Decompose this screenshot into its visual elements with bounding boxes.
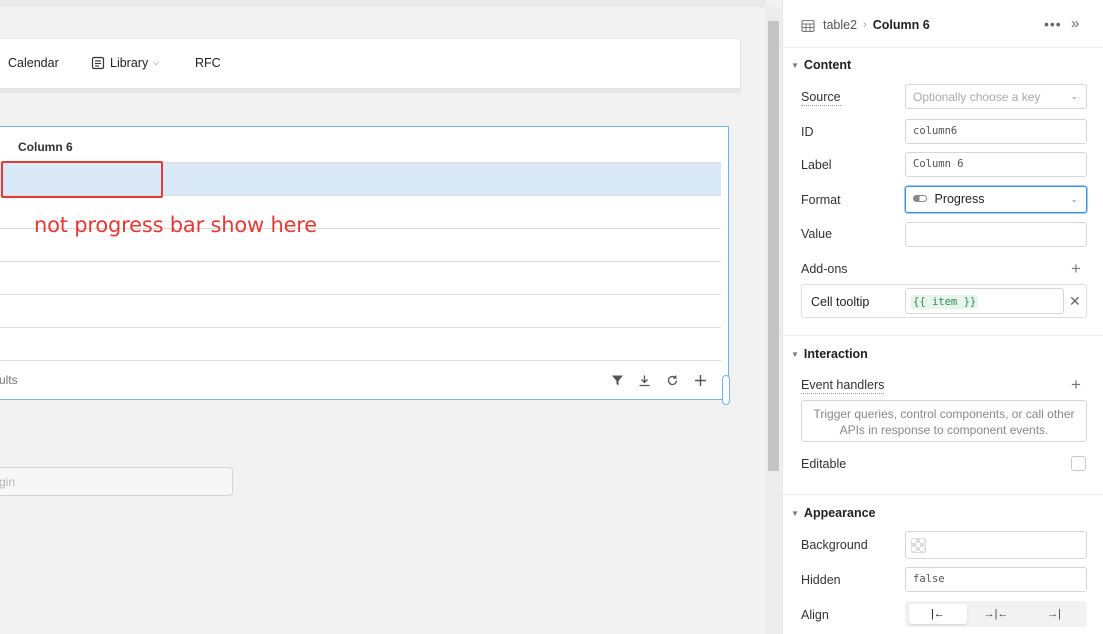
label-input[interactable]: Column 6 xyxy=(905,152,1087,177)
chevron-down-icon: ⌄ xyxy=(1070,194,1078,204)
table-footer: ults xyxy=(0,362,728,400)
hidden-input[interactable]: false xyxy=(905,567,1087,592)
id-input[interactable]: column6 xyxy=(905,119,1087,144)
nav-item-rfc[interactable]: RFC xyxy=(195,56,221,70)
source-select-placeholder: Optionally choose a key xyxy=(913,90,1041,104)
hidden-label: Hidden xyxy=(801,573,841,587)
section-divider xyxy=(783,494,1103,495)
section-content-toggle[interactable]: ▼ Content xyxy=(791,58,851,72)
table-row[interactable] xyxy=(0,262,721,295)
add-addon-icon[interactable]: + xyxy=(1071,260,1081,277)
background-color-input[interactable] xyxy=(905,531,1087,559)
section-content-title: Content xyxy=(803,58,852,72)
nav-item-library-label: Library xyxy=(110,56,149,70)
format-select-value: Progress xyxy=(934,192,985,206)
nav-item-calendar[interactable]: Calendar xyxy=(8,56,59,70)
source-select[interactable]: Optionally choose a key ⌄ xyxy=(905,84,1087,109)
editable-checkbox[interactable] xyxy=(1071,456,1086,471)
document-icon xyxy=(91,56,105,70)
section-appearance-title: Appearance xyxy=(803,506,876,520)
table-header: Column 6 xyxy=(0,127,721,163)
table-icon xyxy=(801,19,815,33)
inspector-header: table2 › Column 6 ••• » xyxy=(783,0,1103,48)
app-canvas: Calendar Library ⌵ RFC Column 6 ults not… xyxy=(0,0,766,634)
label-label: Label xyxy=(801,158,832,172)
annotation-highlight-box xyxy=(1,161,163,198)
cell-tooltip-value: {{ item }} xyxy=(911,295,979,309)
id-label: ID xyxy=(801,125,814,139)
align-right-button[interactable]: →| xyxy=(1025,604,1083,624)
nav-divider xyxy=(0,89,741,93)
nav-item-rfc-label: RFC xyxy=(195,56,221,70)
chevron-down-icon: ⌄ xyxy=(1070,91,1078,101)
section-interaction-toggle[interactable]: ▼ Interaction xyxy=(791,347,868,361)
section-interaction-title: Interaction xyxy=(803,347,868,361)
align-center-icon: →|← xyxy=(983,608,1009,620)
format-label: Format xyxy=(801,193,841,207)
add-event-handler-icon[interactable]: + xyxy=(1071,376,1081,393)
value-input[interactable] xyxy=(905,222,1087,247)
close-icon[interactable]: ✕ xyxy=(1069,293,1081,310)
canvas-top-strip xyxy=(0,0,766,7)
caret-down-icon: ▼ xyxy=(791,349,799,359)
format-select[interactable]: Progress ⌄ xyxy=(905,186,1087,213)
breadcrumb-parent[interactable]: table2 xyxy=(823,18,857,32)
add-row-icon[interactable] xyxy=(692,372,708,388)
download-icon[interactable] xyxy=(636,372,652,388)
align-left-button[interactable]: |← xyxy=(909,604,967,624)
nav-item-calendar-label: Calendar xyxy=(8,56,59,70)
filter-icon[interactable] xyxy=(609,372,625,388)
annotation-text: not progress bar show here xyxy=(34,213,317,237)
color-swatch-icon[interactable] xyxy=(911,538,926,553)
table-row[interactable] xyxy=(0,295,721,328)
breadcrumb: table2 › Column 6 xyxy=(823,18,930,32)
collapse-panel-icon[interactable]: » xyxy=(1071,15,1080,32)
chevron-down-icon: ⌵ xyxy=(153,58,160,67)
align-label: Align xyxy=(801,608,829,622)
cell-tooltip-input[interactable]: {{ item }} xyxy=(905,288,1064,314)
align-left-icon: |← xyxy=(931,608,945,620)
table-row[interactable] xyxy=(0,328,721,361)
login-input[interactable]: gin xyxy=(0,467,233,496)
nav-item-library[interactable]: Library ⌵ xyxy=(91,56,159,70)
section-appearance-toggle[interactable]: ▼ Appearance xyxy=(791,506,875,520)
app-nav-bar: Calendar Library ⌵ RFC xyxy=(0,38,741,89)
inspector-panel: table2 › Column 6 ••• » ▼ Content Source… xyxy=(782,0,1103,634)
align-right-icon: →| xyxy=(1047,608,1061,620)
caret-down-icon: ▼ xyxy=(791,508,799,518)
more-options-icon[interactable]: ••• xyxy=(1044,16,1062,32)
results-count: ults xyxy=(0,373,18,387)
editable-label: Editable xyxy=(801,457,847,471)
chevron-right-icon: › xyxy=(863,19,867,31)
column-header[interactable]: Column 6 xyxy=(18,140,73,154)
progress-icon xyxy=(913,195,927,203)
caret-down-icon: ▼ xyxy=(791,60,799,70)
canvas-scroll-thumb[interactable] xyxy=(768,21,779,471)
align-center-button[interactable]: →|← xyxy=(967,604,1025,624)
align-segmented-control: |← →|← →| xyxy=(905,601,1087,627)
value-label: Value xyxy=(801,227,833,241)
breadcrumb-current: Column 6 xyxy=(872,18,930,32)
refresh-icon[interactable] xyxy=(664,372,680,388)
cell-tooltip-addon: Cell tooltip {{ item }} ✕ xyxy=(801,284,1087,318)
resize-handle[interactable] xyxy=(722,375,730,405)
addons-label: Add-ons xyxy=(801,262,848,276)
cell-tooltip-label: Cell tooltip xyxy=(811,295,870,309)
event-handlers-empty-state[interactable]: Trigger queries, control components, or … xyxy=(801,400,1087,442)
background-label: Background xyxy=(801,538,868,552)
event-handlers-label: Event handlers xyxy=(801,378,885,394)
source-label: Source xyxy=(801,90,841,106)
canvas-scrollbar[interactable] xyxy=(766,7,781,634)
section-divider xyxy=(783,335,1103,336)
